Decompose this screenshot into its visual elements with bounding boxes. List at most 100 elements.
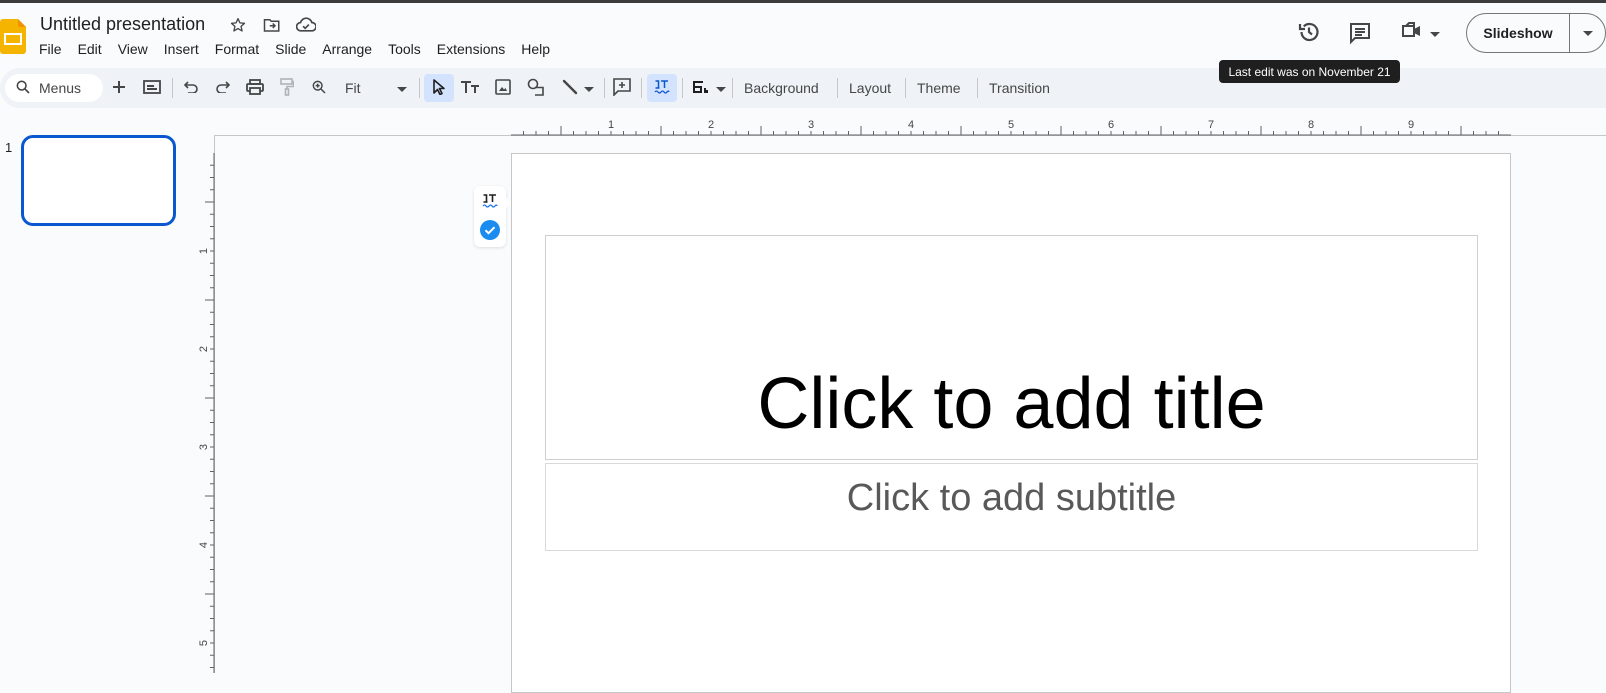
layout-icon bbox=[143, 79, 161, 97]
transition-button[interactable]: Transition bbox=[983, 74, 1056, 102]
horizontal-ruler-label: 4 bbox=[908, 119, 914, 131]
last-edit-tooltip: Last edit was on November 21 bbox=[1219, 60, 1400, 83]
toolbar-divider bbox=[604, 78, 605, 98]
menu-format[interactable]: Format bbox=[207, 39, 267, 59]
redo-icon bbox=[216, 80, 231, 96]
horizontal-ruler-label: 8 bbox=[1308, 119, 1314, 131]
cursor-arrow-icon bbox=[433, 78, 445, 98]
spell-check-icon[interactable] bbox=[482, 193, 498, 214]
chevron-down-icon bbox=[1582, 24, 1593, 42]
move-to-folder-icon[interactable] bbox=[262, 14, 282, 36]
horizontal-ruler-label: 2 bbox=[708, 119, 714, 131]
subtitle-placeholder[interactable]: Click to add subtitle bbox=[545, 463, 1478, 551]
menu-edit[interactable]: Edit bbox=[70, 39, 110, 59]
chevron-down-icon bbox=[397, 80, 407, 96]
star-icon[interactable] bbox=[228, 14, 248, 36]
slides-logo-icon[interactable] bbox=[0, 19, 26, 54]
undo-icon bbox=[183, 80, 198, 96]
add-comment-icon bbox=[613, 77, 631, 99]
print-button[interactable] bbox=[244, 74, 266, 102]
toolbar-divider bbox=[172, 78, 173, 98]
menu-search-input[interactable]: Menus bbox=[5, 74, 103, 102]
toolbar-divider bbox=[682, 78, 683, 98]
menubar: File Edit View Insert Format Slide Arran… bbox=[31, 39, 558, 59]
spell-check-floating-panel bbox=[474, 186, 511, 247]
version-history-icon[interactable] bbox=[1296, 18, 1322, 46]
horizontal-ruler-label: 3 bbox=[808, 119, 814, 131]
paint-roller-icon bbox=[280, 77, 295, 99]
background-button[interactable]: Background bbox=[738, 74, 825, 102]
menu-help[interactable]: Help bbox=[513, 39, 558, 59]
menu-tools[interactable]: Tools bbox=[380, 39, 429, 59]
line-icon bbox=[562, 79, 578, 98]
title-placeholder[interactable]: Click to add title bbox=[545, 235, 1478, 460]
toolbar-divider bbox=[419, 78, 420, 98]
menu-extensions[interactable]: Extensions bbox=[429, 39, 513, 59]
zoom-in-icon bbox=[311, 79, 327, 98]
vertical-ruler-border bbox=[214, 135, 215, 673]
placeholder-icon bbox=[692, 80, 710, 97]
meet-button[interactable] bbox=[1400, 19, 1440, 48]
add-comment-button[interactable] bbox=[611, 74, 633, 102]
window-top-border bbox=[0, 0, 1606, 3]
vertical-ruler-label: 4 bbox=[198, 542, 210, 548]
cloud-saved-icon[interactable] bbox=[296, 14, 316, 36]
check-circle-icon[interactable] bbox=[480, 220, 500, 245]
toolbar-divider bbox=[732, 78, 733, 98]
redo-button[interactable] bbox=[212, 74, 234, 102]
menu-insert[interactable]: Insert bbox=[156, 39, 207, 59]
paint-format-button[interactable] bbox=[276, 74, 298, 102]
toolbar-divider bbox=[641, 78, 642, 98]
menu-arrange[interactable]: Arrange bbox=[314, 39, 380, 59]
menu-slide[interactable]: Slide bbox=[267, 39, 314, 59]
panel-pointer bbox=[506, 198, 511, 208]
zoom-button[interactable] bbox=[308, 74, 330, 102]
vertical-ruler-label: 2 bbox=[198, 346, 210, 352]
slideshow-button-group: Slideshow bbox=[1466, 13, 1606, 53]
theme-button[interactable]: Theme bbox=[911, 74, 967, 102]
insert-image-button[interactable] bbox=[492, 74, 514, 102]
chevron-down-icon bbox=[716, 80, 726, 96]
horizontal-ruler-label: 1 bbox=[608, 119, 614, 131]
meet-video-icon bbox=[1400, 19, 1424, 48]
select-tool-button[interactable] bbox=[424, 74, 454, 102]
placeholder-button[interactable] bbox=[690, 74, 728, 102]
zoom-select[interactable]: Fit bbox=[341, 74, 411, 102]
zoom-value: Fit bbox=[345, 80, 361, 96]
plus-icon bbox=[112, 80, 126, 97]
slideshow-dropdown-button[interactable] bbox=[1570, 24, 1605, 42]
text-box-button[interactable] bbox=[459, 74, 481, 102]
menu-view[interactable]: View bbox=[110, 39, 156, 59]
image-icon bbox=[495, 78, 511, 98]
chevron-down-icon bbox=[584, 80, 594, 96]
horizontal-ruler-label: 5 bbox=[1008, 119, 1014, 131]
line-button[interactable] bbox=[557, 74, 599, 102]
horizontal-ruler-border bbox=[214, 135, 1606, 136]
slideshow-button[interactable]: Slideshow bbox=[1467, 25, 1569, 41]
document-title[interactable]: Untitled presentation bbox=[40, 14, 205, 35]
subtitle-placeholder-text: Click to add subtitle bbox=[846, 477, 1177, 519]
new-slide-button[interactable] bbox=[108, 74, 130, 102]
slide-number: 1 bbox=[5, 140, 13, 155]
slide-thumbnail[interactable] bbox=[21, 135, 176, 226]
layout-button[interactable]: Layout bbox=[843, 74, 897, 102]
horizontal-ruler-label: 6 bbox=[1108, 119, 1114, 131]
shapes-icon bbox=[527, 78, 545, 99]
search-icon bbox=[15, 79, 31, 98]
toolbar-divider bbox=[977, 78, 978, 98]
vertical-ruler-label: 5 bbox=[198, 640, 210, 646]
horizontal-ruler-label: 9 bbox=[1408, 119, 1414, 131]
vertical-ruler-label: 3 bbox=[198, 444, 210, 450]
toolbar-divider bbox=[837, 78, 838, 98]
slide-layout-button[interactable] bbox=[141, 74, 163, 102]
shape-button[interactable] bbox=[525, 74, 547, 102]
undo-button[interactable] bbox=[180, 74, 202, 102]
print-icon bbox=[246, 78, 264, 98]
spell-check-button[interactable] bbox=[647, 74, 677, 102]
comments-icon[interactable] bbox=[1347, 19, 1373, 47]
spell-check-icon bbox=[654, 79, 670, 98]
toolbar-divider bbox=[905, 78, 906, 98]
vertical-ruler-label: 1 bbox=[198, 248, 210, 254]
meet-dropdown-icon bbox=[1430, 25, 1440, 43]
menu-file[interactable]: File bbox=[31, 39, 70, 59]
